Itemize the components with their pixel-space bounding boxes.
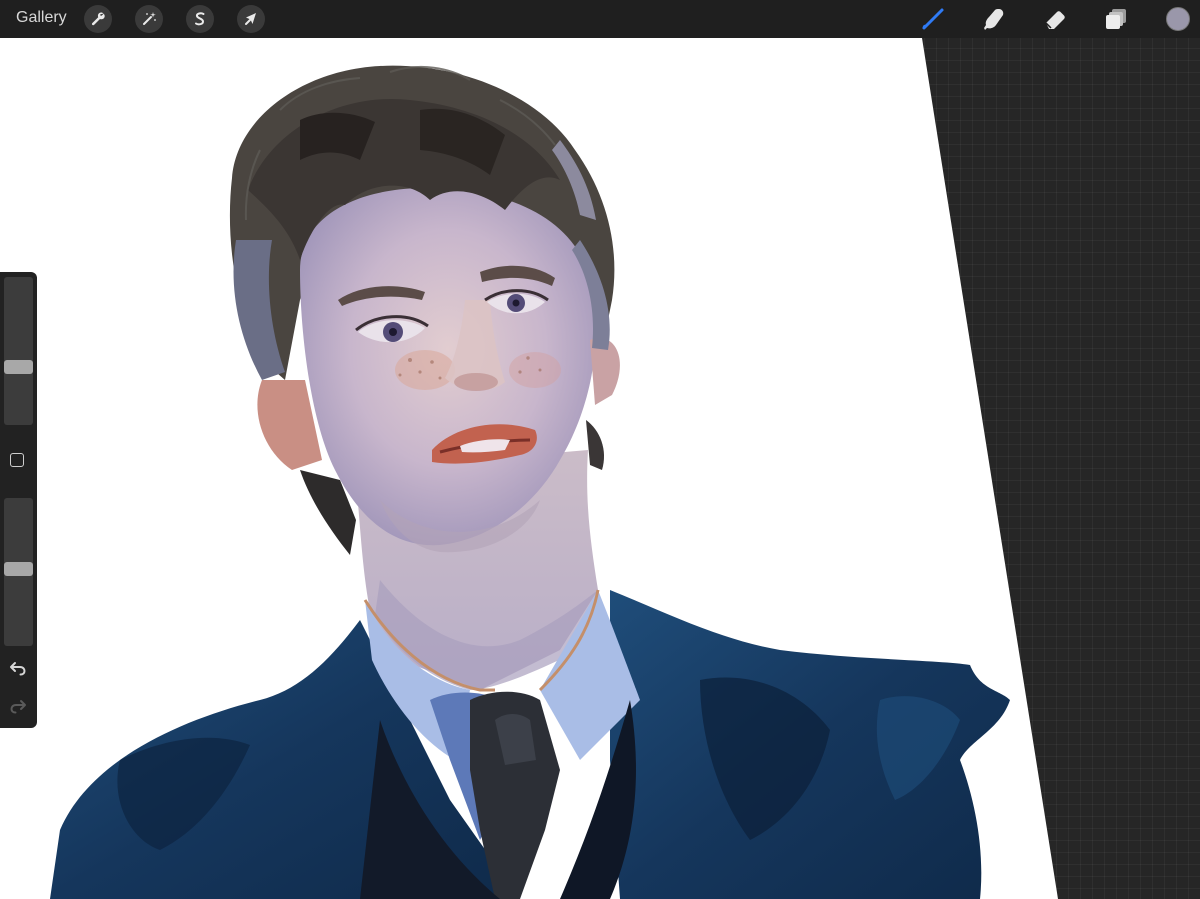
- undo-arrow-icon: [10, 662, 26, 676]
- left-sidebar: [0, 272, 37, 728]
- brush-tool-button[interactable]: [918, 4, 948, 34]
- gallery-button[interactable]: Gallery: [16, 9, 67, 27]
- layers-button[interactable]: [1101, 4, 1131, 34]
- smudge-finger-icon: [984, 9, 1004, 30]
- wrench-icon: [91, 12, 105, 26]
- smudge-tool-button[interactable]: [979, 4, 1009, 34]
- layers-icon: [1106, 9, 1126, 29]
- selection-button[interactable]: [186, 5, 214, 33]
- selection-s-icon: [195, 12, 205, 26]
- redo-button[interactable]: [8, 697, 28, 715]
- redo-arrow-icon: [10, 700, 26, 714]
- eraser-tool-button[interactable]: [1040, 4, 1070, 34]
- magic-wand-icon: [143, 12, 156, 25]
- top-toolbar: Gallery: [0, 0, 1200, 38]
- color-picker-button[interactable]: [1166, 7, 1190, 31]
- eraser-icon: [1045, 11, 1065, 29]
- actions-button[interactable]: [84, 5, 112, 33]
- brush-size-slider-thumb[interactable]: [4, 360, 33, 374]
- transform-button[interactable]: [237, 5, 265, 33]
- drawing-canvas[interactable]: [0, 38, 1200, 899]
- procreate-app: Gallery: [0, 0, 1200, 899]
- opacity-slider-thumb[interactable]: [4, 562, 33, 576]
- adjustments-button[interactable]: [135, 5, 163, 33]
- undo-button[interactable]: [8, 659, 28, 677]
- paintbrush-icon: [922, 8, 944, 30]
- brush-size-slider[interactable]: [4, 277, 33, 425]
- opacity-slider[interactable]: [4, 498, 33, 646]
- modify-button[interactable]: [10, 453, 24, 467]
- arrow-cursor-icon: [245, 13, 256, 25]
